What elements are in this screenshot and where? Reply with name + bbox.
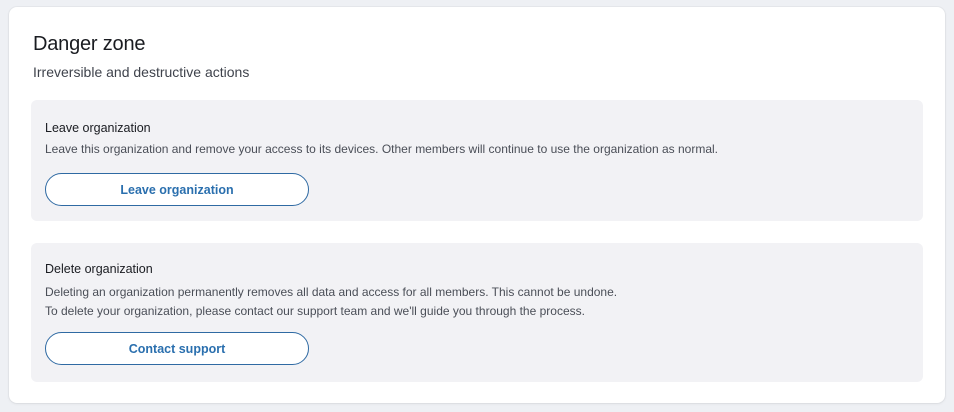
delete-organization-section: Delete organization Deleting an organiza… bbox=[31, 243, 923, 382]
leave-organization-title: Leave organization bbox=[45, 121, 151, 135]
delete-organization-description-line2: To delete your organization, please cont… bbox=[45, 304, 585, 318]
leave-organization-description: Leave this organization and remove your … bbox=[45, 142, 719, 156]
danger-zone-subtitle: Irreversible and destructive actions bbox=[33, 64, 250, 80]
delete-organization-description-line1: Deleting an organization permanently rem… bbox=[45, 285, 618, 299]
delete-organization-title: Delete organization bbox=[45, 262, 153, 276]
leave-organization-button[interactable]: Leave organization bbox=[45, 173, 309, 206]
leave-organization-section: Leave organization Leave this organizati… bbox=[31, 100, 923, 221]
contact-support-button[interactable]: Contact support bbox=[45, 332, 309, 365]
danger-zone-card: Danger zone Irreversible and destructive… bbox=[9, 7, 945, 403]
danger-zone-title: Danger zone bbox=[33, 33, 146, 55]
